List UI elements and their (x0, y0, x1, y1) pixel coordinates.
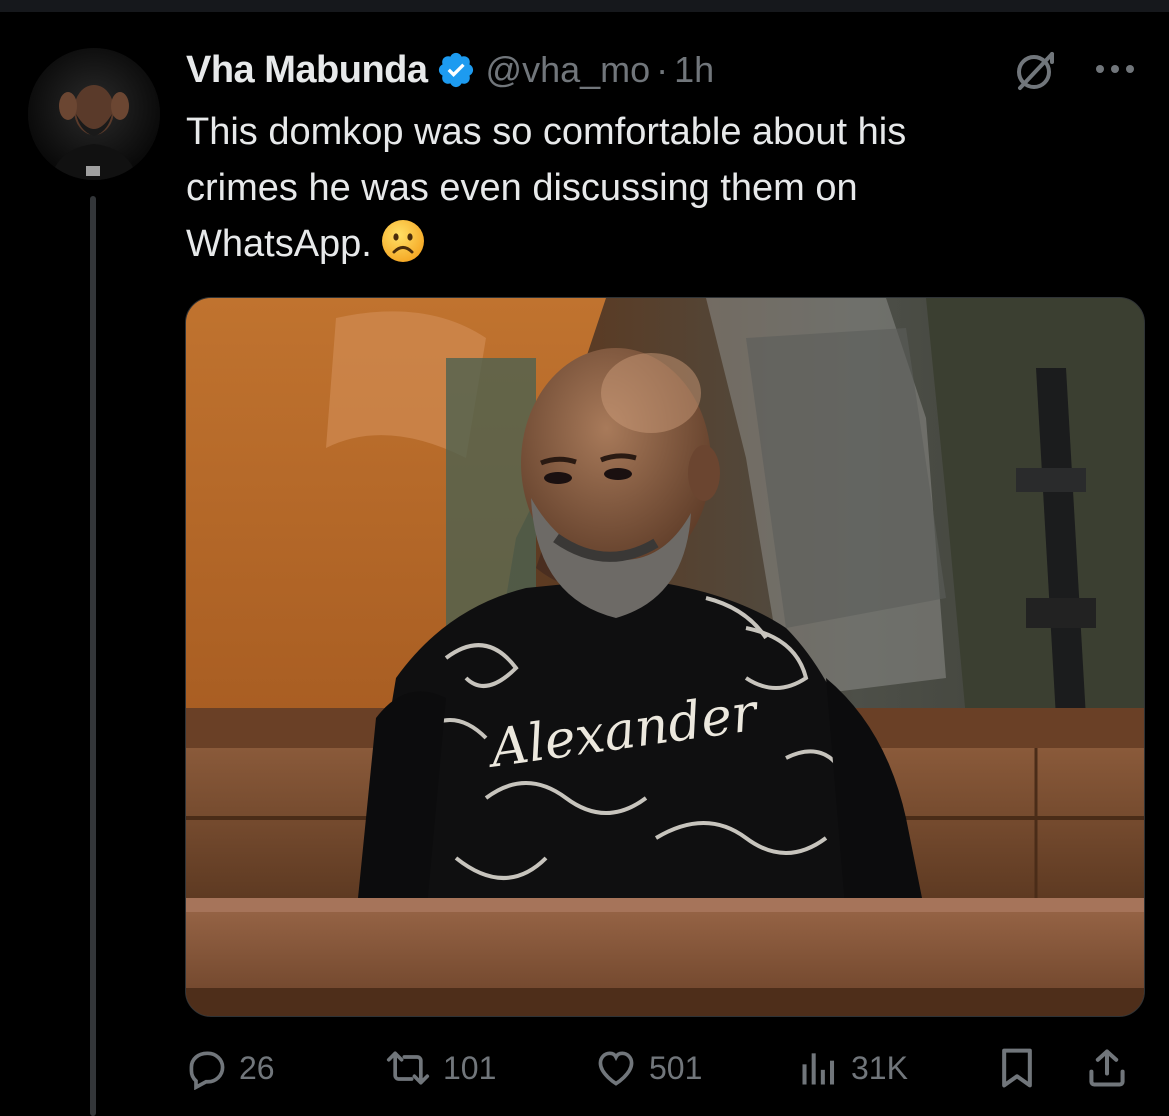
heart-icon (598, 1051, 634, 1086)
repost-icon (386, 1051, 430, 1085)
bookmark-icon (1002, 1048, 1032, 1088)
action-bar: 26 101 501 31K (185, 1040, 1143, 1096)
separator-dot: · (656, 49, 669, 90)
tweet-text-line: WhatsApp. (186, 216, 1116, 272)
thread-line (90, 196, 96, 1116)
views-chart-icon (802, 1053, 835, 1085)
like-count: 501 (649, 1049, 703, 1086)
top-divider (0, 0, 1169, 12)
views-button[interactable]: 31K (797, 1040, 908, 1096)
share-icon (1089, 1049, 1125, 1087)
share-button[interactable] (1085, 1040, 1129, 1096)
verified-badge-icon[interactable] (436, 50, 476, 90)
author-handle[interactable]: @vha_mo (486, 49, 651, 91)
tweet-text-line: crimes he was even discussing them on (186, 167, 858, 209)
display-name[interactable]: Vha Mabunda (186, 49, 428, 92)
like-button[interactable]: 501 (593, 1040, 702, 1096)
avatar[interactable] (28, 48, 160, 180)
tweet-header: Vha Mabunda @vha_mo · 1h (186, 46, 714, 94)
bookmark-button[interactable] (995, 1040, 1039, 1096)
reply-count: 26 (239, 1049, 275, 1086)
reply-icon (189, 1051, 225, 1090)
more-options-icon[interactable] (1090, 54, 1140, 84)
tweet-text-line-text: WhatsApp. (186, 223, 372, 265)
repost-button[interactable]: 101 (383, 1040, 496, 1096)
timestamp[interactable]: 1h (674, 49, 714, 91)
frowning-face-emoji-icon (380, 218, 426, 264)
views-count: 31K (851, 1049, 908, 1086)
reply-button[interactable]: 26 (185, 1040, 275, 1096)
tweet-text: This domkop was so comfortable about his… (186, 104, 1116, 272)
tweet-text-line: This domkop was so comfortable about his (186, 111, 907, 153)
repost-count: 101 (443, 1049, 497, 1086)
grok-icon[interactable] (1012, 48, 1058, 94)
tweet-media-image[interactable]: Alexander (185, 297, 1145, 1017)
